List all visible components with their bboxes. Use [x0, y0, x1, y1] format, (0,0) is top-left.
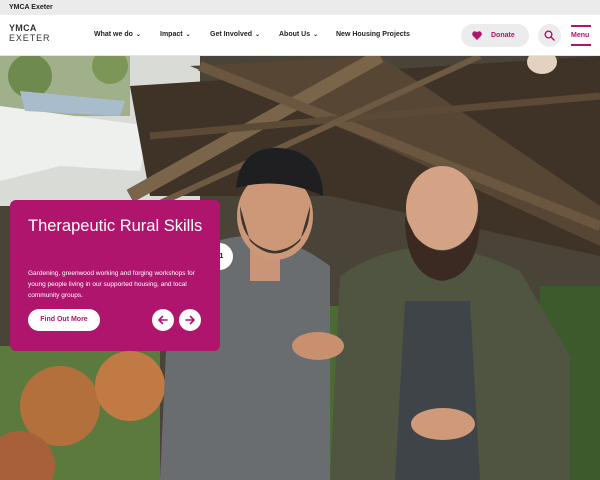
hamburger-icon: [571, 25, 591, 27]
chevron-down-icon: ⌄: [255, 32, 261, 38]
chevron-down-icon: ⌄: [313, 32, 319, 38]
hero-description: Gardening, greenwood working and forging…: [28, 270, 195, 299]
heart-icon: [472, 31, 482, 40]
nav-item-get-involved[interactable]: Get Involved ⌄: [210, 31, 260, 38]
search-icon: [544, 30, 555, 41]
nav-item-label: Get Involved: [210, 31, 253, 38]
nav-item-label: New Housing Projects: [336, 31, 410, 38]
logo-line-1: YMCA: [9, 23, 37, 33]
arrow-left-icon: [158, 315, 168, 325]
nav-item-label: Impact: [160, 31, 183, 38]
nav-item-new-housing-projects[interactable]: New Housing Projects: [336, 31, 410, 38]
nav-item-what-we-do[interactable]: What we do ⌄: [94, 31, 141, 38]
nav-item-label: About Us: [279, 31, 311, 38]
site-name: YMCA Exeter: [9, 4, 53, 11]
site-header: YMCA EXETER What we do ⌄ Impact ⌄ Get Invo…: [0, 15, 600, 56]
top-utility-bar: YMCA Exeter: [0, 0, 600, 15]
menu-label: Menu: [571, 32, 590, 39]
search-button[interactable]: [538, 24, 561, 47]
logo-line-2: EXETER: [9, 33, 51, 43]
donate-button[interactable]: Donate: [461, 24, 529, 47]
hero-title: Therapeutic Rural Skills: [28, 217, 203, 235]
ymca-exeter-logo[interactable]: YMCA EXETER: [9, 24, 50, 43]
arrow-right-icon: [185, 315, 195, 325]
donate-label: Donate: [491, 32, 515, 39]
hero-card: Therapeutic Rural Skills Gardening, gree…: [10, 200, 220, 351]
menu-button[interactable]: Menu: [570, 25, 591, 47]
hamburger-bar-bottom: [571, 44, 591, 46]
nav-item-impact[interactable]: Impact ⌄: [160, 31, 191, 38]
nav-item-about-us[interactable]: About Us ⌄: [279, 31, 318, 38]
next-slide-button[interactable]: [179, 309, 201, 331]
prev-slide-button[interactable]: [152, 309, 174, 331]
find-out-more-button[interactable]: Find Out More: [28, 309, 100, 331]
chevron-down-icon: ⌄: [185, 32, 191, 38]
nav-item-label: What we do: [94, 31, 133, 38]
chevron-down-icon: ⌄: [135, 32, 141, 38]
hero-carousel: 01 Therapeutic Rural Skills Gardening, g…: [0, 56, 600, 480]
